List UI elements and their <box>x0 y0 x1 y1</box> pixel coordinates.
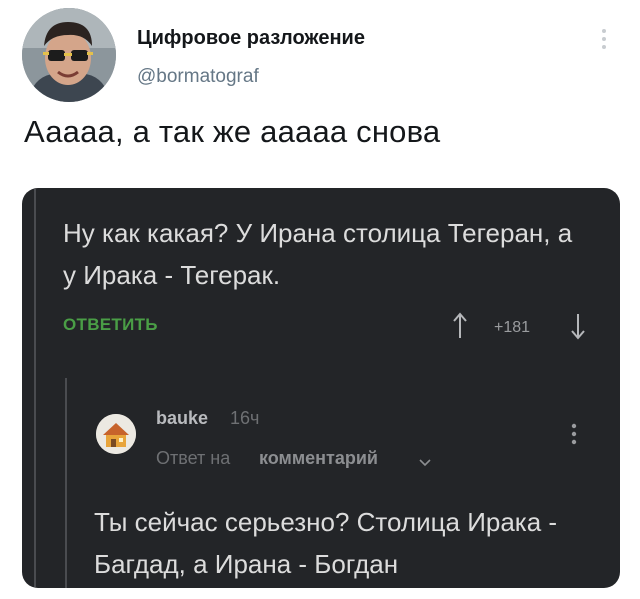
tweet-more-button[interactable] <box>596 26 612 52</box>
vertical-dots-icon <box>602 29 606 49</box>
reply-button[interactable]: ОТВЕТИТЬ <box>63 315 158 335</box>
comment-main-text: Ну как какая? У Ирана столица Тегеран, а… <box>63 218 573 290</box>
author-handle[interactable]: @bormatograf <box>137 66 259 88</box>
rating-value: +181 <box>494 319 531 336</box>
avatar-photo <box>22 8 116 102</box>
thread-line <box>34 188 36 588</box>
thread-line-nested <box>65 378 67 588</box>
house-icon <box>96 414 136 454</box>
reply-to-link[interactable]: комментарий <box>259 448 378 469</box>
arrow-down-icon[interactable] <box>570 310 586 345</box>
tweet-text: Ааааа, а так же ааааа снова <box>24 114 441 149</box>
author-avatar[interactable] <box>22 8 116 102</box>
commenter-username[interactable]: bauke <box>156 408 208 429</box>
comment-reply-text: Ты сейчас серьезно? Столица Ирака - Багд… <box>94 507 558 579</box>
comment-more-icon[interactable] <box>570 422 578 451</box>
reply-to-label: Ответ на <box>156 448 231 468</box>
chevron-down-icon[interactable] <box>419 454 431 472</box>
author-name[interactable]: Цифровое разложение <box>137 27 365 50</box>
comment-screenshot: Ну как какая? У Ирана столица Тегеран, а… <box>22 188 620 588</box>
commenter-avatar[interactable] <box>96 414 136 454</box>
comment-time: 16ч <box>230 408 260 428</box>
arrow-up-icon[interactable] <box>452 310 468 345</box>
